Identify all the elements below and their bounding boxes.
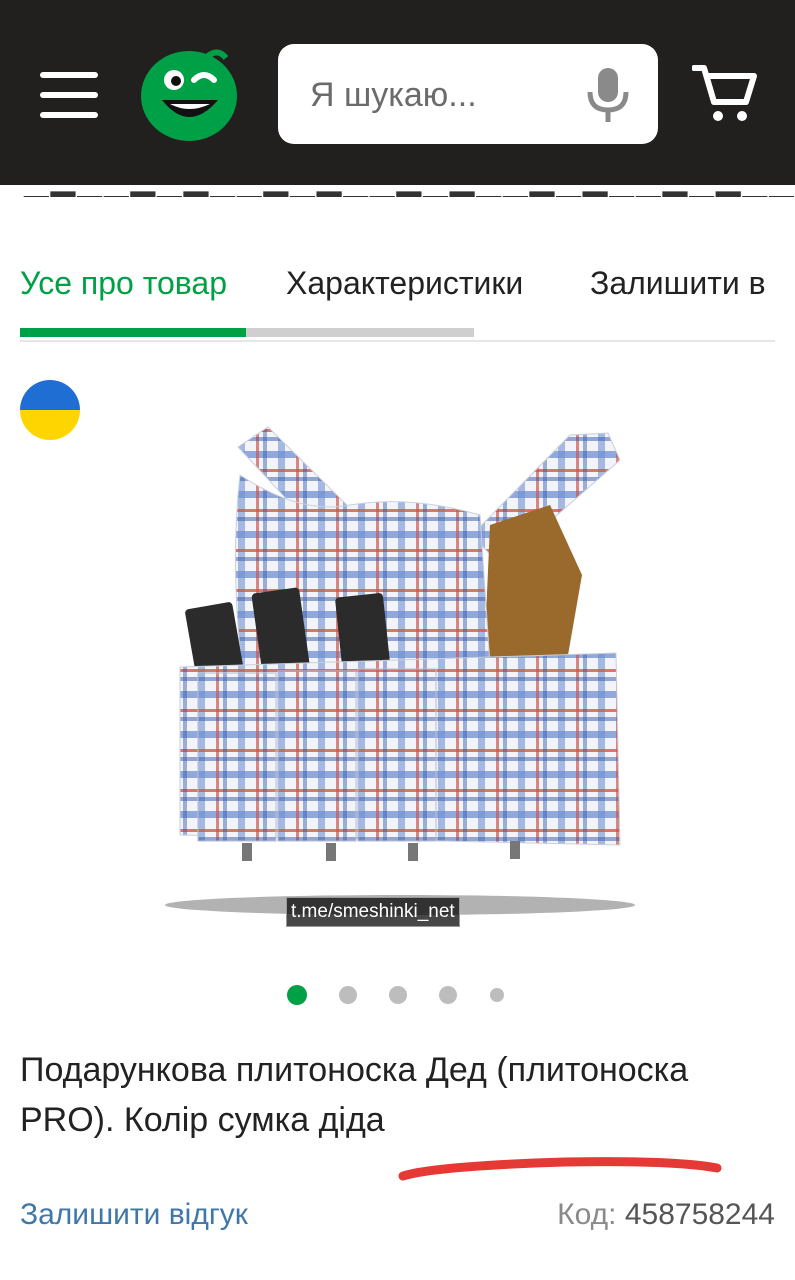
red-annotation-underline (398, 1157, 722, 1181)
product-code-value: 458758244 (624, 1198, 775, 1231)
search-input[interactable] (308, 70, 582, 120)
product-code: Код: 458758244 (557, 1198, 775, 1232)
gallery-dot[interactable] (389, 986, 407, 1004)
watermark-label: t.me/smeshinki_net (286, 897, 460, 927)
gallery-dot[interactable] (339, 986, 357, 1004)
gallery-dot[interactable] (490, 988, 504, 1002)
gallery-dot[interactable] (287, 985, 307, 1005)
product-code-label: Код: (557, 1198, 617, 1231)
microphone-icon[interactable] (586, 66, 630, 124)
top-header (0, 0, 795, 185)
hamburger-menu-icon[interactable] (40, 72, 98, 118)
tabs-divider (20, 340, 775, 342)
product-image[interactable] (150, 405, 650, 935)
clipped-text-line: ▁▂▁▁▂▁▂▁▁▂▁▂▁▁▂▁▂▁▁▂▁▂▁▁▂▁▂▁▁ (0, 185, 795, 197)
gallery-pagination (0, 980, 795, 1010)
leave-review-link[interactable]: Залишити відгук (20, 1198, 248, 1232)
product-title: Подарункова плитоноска Дед (плитоноска P… (20, 1051, 689, 1139)
ukraine-flag-icon (20, 380, 80, 440)
cart-icon[interactable] (692, 62, 758, 124)
tab-leave-review[interactable]: Залишити в (590, 265, 766, 302)
tabs-active-indicator (20, 328, 246, 337)
tab-characteristics[interactable]: Характеристики (286, 265, 523, 302)
gallery-dot[interactable] (439, 986, 457, 1004)
smiley-logo[interactable] (138, 46, 240, 142)
tab-all-about-product[interactable]: Усе про товар (20, 265, 227, 302)
